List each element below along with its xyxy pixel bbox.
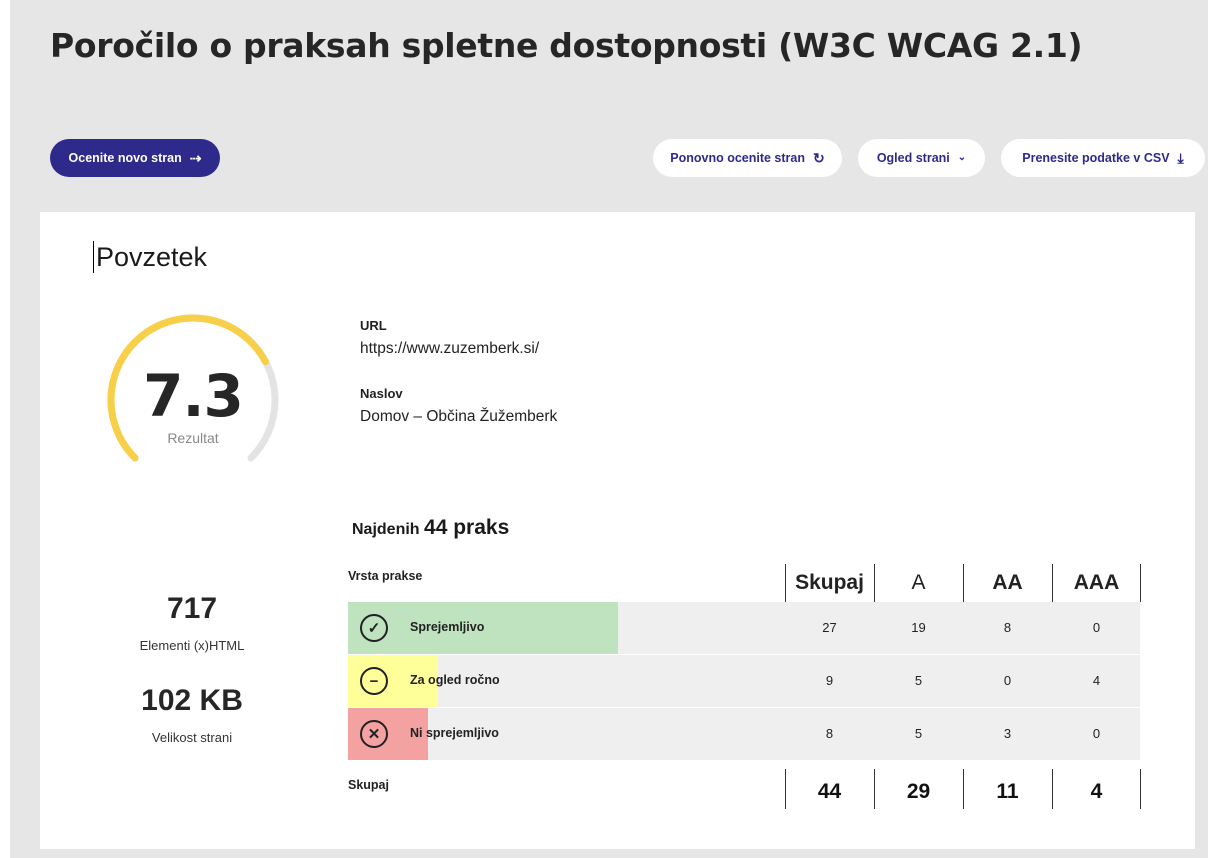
reassess-page-button[interactable]: Ponovno ocenite stran ↻	[653, 139, 842, 177]
evaluate-new-page-label: Ocenite novo stran	[68, 151, 182, 165]
page-size-value: 102 KB	[141, 684, 243, 717]
column-header-aaa: AAA	[1073, 571, 1120, 594]
row-label-not-acceptable: Ni sprejemljivo	[410, 726, 499, 740]
score-label: Rezultat	[167, 430, 219, 446]
table-row: ✓ Sprejemljivo 27 19 8 0	[348, 602, 1140, 654]
page-size-label: Velikost strani	[151, 730, 233, 745]
total-cell: 4	[1090, 780, 1103, 803]
summary-card: Povzetek 7.3 Rezultat URL https://www.zu…	[40, 212, 1195, 849]
practices-found-count: 44 praks	[424, 516, 510, 539]
cell-aa: 0	[1003, 673, 1012, 688]
cell-total: 9	[825, 673, 834, 688]
score-value: 7.3	[143, 362, 244, 430]
table-row: ✕ Ni sprejemljivo 8 5 3 0	[348, 708, 1140, 760]
score-gauge: 7.3 Rezultat	[98, 312, 288, 472]
check-circle-icon: ✓	[360, 614, 388, 642]
row-label-manual-review: Za ogled ročno	[410, 673, 500, 687]
cell-total: 27	[822, 620, 837, 635]
page-title: Poročilo o praksah spletne dostopnosti (…	[50, 26, 1083, 65]
cell-a: 5	[914, 673, 923, 688]
cell-aaa: 4	[1092, 673, 1101, 688]
total-cell: 11	[996, 780, 1019, 803]
column-divider	[1140, 769, 1141, 809]
cell-total: 8	[825, 726, 834, 741]
column-divider	[963, 769, 964, 809]
x-circle-icon: ✕	[360, 720, 388, 748]
view-page-dropdown[interactable]: Ogled strani ⌄	[858, 139, 985, 177]
minus-circle-icon: −	[360, 667, 388, 695]
column-divider	[1052, 769, 1053, 809]
title-label: Naslov	[360, 386, 403, 401]
total-row-label: Skupaj	[348, 778, 389, 792]
evaluate-new-page-button[interactable]: Ocenite novo stran ⇢	[50, 139, 220, 177]
column-divider	[1052, 564, 1053, 602]
arrow-right-icon: ⇢	[189, 150, 202, 166]
download-csv-label: Prenesite podatke v CSV	[1022, 151, 1170, 165]
column-divider	[874, 564, 875, 602]
column-divider	[963, 564, 964, 602]
cell-a: 5	[914, 726, 923, 741]
practice-type-header: Vrsta prakse	[348, 569, 423, 583]
column-header-a: A	[911, 571, 926, 594]
summary-title: Povzetek	[93, 241, 207, 273]
url-value: https://www.zuzemberk.si/	[360, 340, 540, 357]
total-cell: 29	[906, 780, 931, 803]
elements-count: 717	[166, 592, 218, 625]
total-cell: 44	[817, 780, 842, 803]
practices-found-prefix: Najdenih	[352, 521, 420, 538]
view-page-label: Ogled strani	[876, 151, 950, 165]
column-divider	[1140, 564, 1141, 602]
cell-a: 19	[911, 620, 926, 635]
elements-label: Elementi (x)HTML	[139, 638, 245, 653]
url-label: URL	[360, 318, 387, 333]
refresh-icon: ↻	[813, 150, 825, 166]
column-header-total: Skupaj	[795, 571, 864, 594]
column-header-aa: AA	[992, 571, 1023, 594]
cell-aa: 8	[1003, 620, 1012, 635]
column-divider	[785, 564, 786, 602]
download-icon: ⤓	[1177, 150, 1184, 166]
row-label-acceptable: Sprejemljivo	[410, 620, 485, 634]
cell-aaa: 0	[1092, 620, 1101, 635]
title-value: Domov – Občina Žužemberk	[360, 408, 558, 425]
cell-aa: 3	[1003, 726, 1012, 741]
column-divider	[785, 769, 786, 809]
chevron-down-icon: ⌄	[957, 152, 967, 163]
reassess-page-label: Ponovno ocenite stran	[670, 151, 805, 165]
practices-found-title: Najdenih 44 praks	[352, 516, 509, 540]
column-divider	[874, 769, 875, 809]
table-row: − Za ogled ročno 9 5 0 4	[348, 655, 1140, 707]
download-csv-button[interactable]: Prenesite podatke v CSV ⤓	[1001, 139, 1205, 177]
cell-aaa: 0	[1092, 726, 1101, 741]
